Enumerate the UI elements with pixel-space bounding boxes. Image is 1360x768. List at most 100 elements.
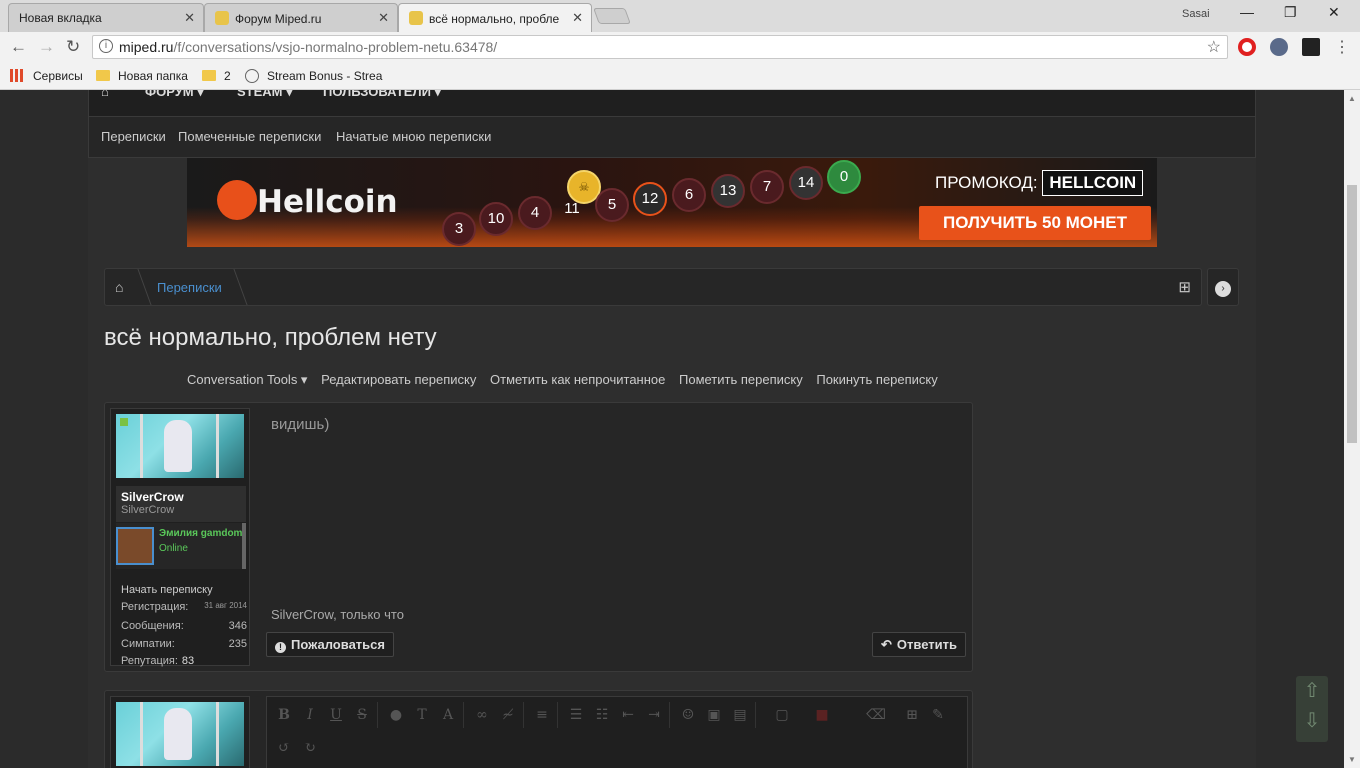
online-indicator [120,418,128,426]
bookmark-apps[interactable]: Сервисы [10,69,83,83]
bookmark-star-icon[interactable]: ☆ [1207,37,1221,57]
bold-icon[interactable]: B [273,704,295,726]
reload-icon[interactable]: ↻ [66,37,80,57]
text-color-icon[interactable]: ● [385,704,407,726]
page-scrollbar[interactable]: ▲ ▼ [1344,90,1360,768]
nav-steam[interactable]: STEAM ▾ [237,90,293,100]
hellcoin-banner[interactable]: Hellcoin 3 10 4 ☠ 11 5 12 6 13 7 14 0 ПР… [187,158,1157,247]
save-draft-icon[interactable]: ▢ [771,704,793,726]
tab-forum[interactable]: Форум Miped.ru ✕ [204,3,398,32]
banner-coin: 6 [672,178,706,212]
new-tab-button[interactable] [593,8,631,24]
home-icon[interactable]: ⌂ [101,90,109,99]
extension-mail-icon[interactable] [1302,38,1320,56]
leave-conversation-link[interactable]: Покинуть переписку [816,372,937,387]
nav-users[interactable]: ПОЛЬЗОВАТЕЛИ ▾ [323,90,441,100]
report-button[interactable]: ! Пожаловаться [266,632,394,657]
close-window-icon[interactable]: ✕ [1328,4,1340,21]
address-bar[interactable]: i miped.ru/f/conversations/vsjo-normalno… [92,35,1228,59]
get-coins-button[interactable]: ПОЛУЧИТЬ 50 МОНЕТ [919,206,1151,240]
close-icon[interactable]: ✕ [572,10,583,26]
indent-icon[interactable]: ⇥ [643,704,665,726]
scrollbar-thumb[interactable] [1347,185,1357,443]
font-size-icon[interactable]: T [411,704,433,726]
promo-text: ПРОМОКОД: HELLCOIN [935,170,1144,196]
jump-button[interactable]: › [1207,268,1239,306]
edit-conversation-link[interactable]: Редактировать переписку [321,372,476,387]
arrow-up-icon[interactable]: ⇧ [1296,676,1328,706]
banner-coin: 5 [595,188,629,222]
avatar-art [140,414,143,478]
bookmark-folder-2[interactable]: 2 [202,69,231,83]
tab-conversation[interactable]: всё нормально, пробле ✕ [398,3,592,32]
web-page: ⌂ ФОРУМ ▾ STEAM ▾ ПОЛЬЗОВАТЕЛИ ▾ Перепис… [0,90,1344,768]
mini-scrollbar[interactable] [242,523,246,569]
nav-forum[interactable]: ФОРУМ ▾ [145,90,204,100]
wrench-icon[interactable]: ✎ [927,704,949,726]
back-icon[interactable]: ← [10,37,27,57]
bullet-list-icon[interactable]: ☰ [565,704,587,726]
breadcrumb-conversations[interactable]: Переписки [157,280,222,295]
undo-icon[interactable]: ↺ [273,737,295,759]
close-icon[interactable]: ✕ [378,10,389,26]
arrow-down-icon[interactable]: ⇩ [1296,706,1328,736]
scroll-up-icon[interactable]: ▲ [1348,94,1356,103]
underline-icon[interactable]: U [325,704,347,726]
sitemap-icon[interactable]: ⊞ [1178,278,1191,296]
mini-avatar[interactable] [116,527,154,565]
star-conversation-link[interactable]: Пометить переписку [679,372,803,387]
extension-w-icon[interactable] [1270,38,1288,56]
menu-dots-icon[interactable]: ⋮ [1334,37,1350,57]
bookmark-folder-new[interactable]: Новая папка [96,69,188,83]
media-icon[interactable]: ▤ [729,704,751,726]
banner-coin: 7 [750,170,784,204]
conversation-tools-bar: Conversation Tools ▾ Редактировать переп… [187,372,948,388]
hide-icon[interactable]: ■ [811,704,833,726]
subnav-conversations[interactable]: Переписки [101,129,166,144]
insert-icon[interactable]: ⊞ [901,704,923,726]
link-icon[interactable]: ∞ [471,704,493,726]
author-name[interactable]: SilverCrow [121,490,246,504]
profile-name[interactable]: Sasai [1182,8,1210,20]
breadcrumb-home-icon[interactable]: ⌂ [115,279,123,295]
tab-new-tab[interactable]: Новая вкладка ✕ [8,3,204,32]
reply-form: B I U S ● T A ∞ ≁ ≡ ☰ ☷ ⇤ ⇥ ☺ ▣ ▤ ▢ ■ ⌫ [104,690,973,768]
align-icon[interactable]: ≡ [531,704,553,726]
subnav-starred[interactable]: Помеченные переписки [178,129,321,144]
mark-unread-link[interactable]: Отметить как непрочитанное [490,372,665,387]
scroll-down-icon[interactable]: ▼ [1348,755,1356,764]
outdent-icon[interactable]: ⇤ [617,704,639,726]
minimize-icon[interactable]: — [1240,4,1254,20]
opera-icon[interactable] [1238,38,1256,56]
close-icon[interactable]: ✕ [184,10,195,26]
conversation-tools-menu[interactable]: Conversation Tools ▾ [187,372,307,387]
start-conversation-link[interactable]: Начать переписку [121,584,213,596]
toolbar-separator [669,702,670,728]
maximize-icon[interactable]: ❐ [1284,4,1297,21]
reply-arrow-icon: ↶ [881,637,892,652]
avatar[interactable] [116,702,244,766]
mini-name[interactable]: Эмилия gamdom.co [159,528,246,539]
italic-icon[interactable]: I [299,704,321,726]
avatar[interactable] [116,414,244,478]
strikethrough-icon[interactable]: S [351,704,373,726]
user-info-block [110,696,250,768]
avatar-art [216,414,219,478]
unlink-icon[interactable]: ≁ [497,704,519,726]
info-icon[interactable]: i [99,39,113,53]
reply-editor[interactable]: B I U S ● T A ∞ ≁ ≡ ☰ ☷ ⇤ ⇥ ☺ ▣ ▤ ▢ ■ ⌫ [266,696,968,768]
banner-coin: 0 [827,160,861,194]
image-icon[interactable]: ▣ [703,704,725,726]
font-family-icon[interactable]: A [437,704,459,726]
subnav-started[interactable]: Начатые мною переписки [336,129,491,144]
eraser-icon[interactable]: ⌫ [865,704,887,726]
redo-icon[interactable]: ↻ [299,737,321,759]
reply-button[interactable]: ↶ Ответить [872,632,966,657]
banner-coin: 10 [479,202,513,236]
bookmark-stream-bonus[interactable]: Stream Bonus - Strea [245,69,382,83]
smiley-icon[interactable]: ☺ [677,704,699,726]
user-name-block: SilverCrow SilverCrow [116,486,246,522]
numbered-list-icon[interactable]: ☷ [591,704,613,726]
forward-icon[interactable]: → [38,37,55,57]
scroll-top-bottom-widget[interactable]: ⇧ ⇩ [1296,676,1328,742]
